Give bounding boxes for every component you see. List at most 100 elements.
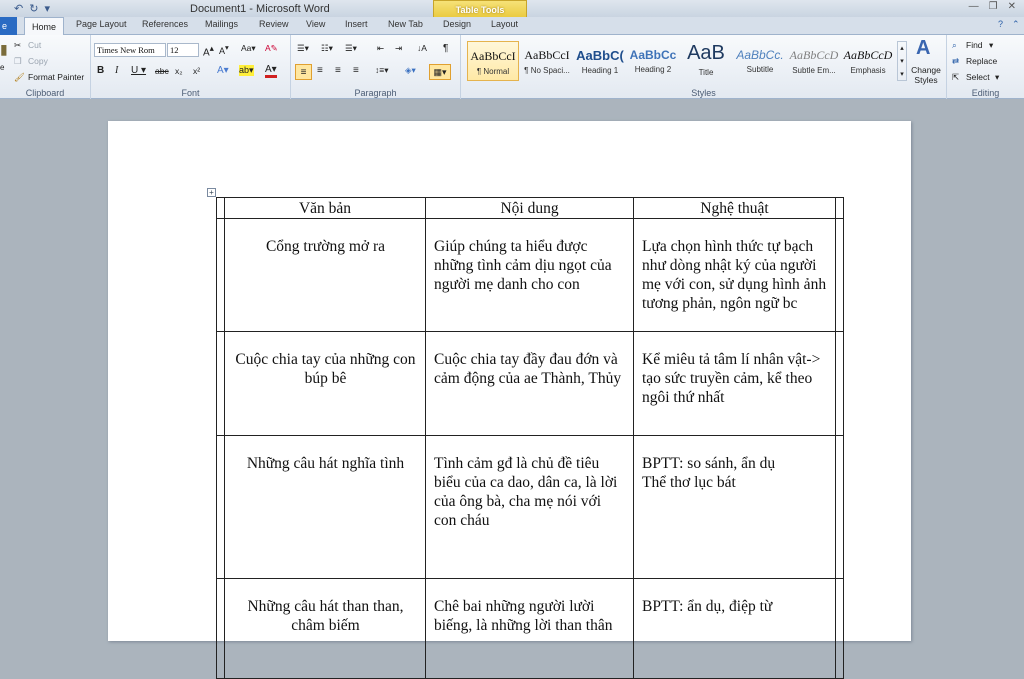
change-styles-button[interactable]: Change Styles (908, 65, 944, 85)
numbering-icon[interactable]: ☷▾ (321, 43, 333, 54)
font-size-combo[interactable]: 12 (167, 43, 199, 57)
align-right-icon[interactable]: ≡ (335, 65, 341, 76)
tab-design[interactable]: Design (443, 19, 471, 29)
show-formatting-icon[interactable]: ¶ (443, 43, 448, 54)
clear-formatting-icon[interactable]: A✎ (265, 43, 278, 54)
table-cell[interactable]: Giúp chúng ta hiểu được những tình cảm d… (425, 218, 634, 332)
sort-icon[interactable]: ↓A (417, 43, 427, 53)
style-no-spacing[interactable]: AaBbCcI ¶ No Spaci... (521, 41, 573, 81)
table-cell[interactable]: Lựa chọn hình thức tự bạch như dòng nhật… (633, 218, 836, 332)
table-cell[interactable]: Những câu hát nghĩa tình (224, 435, 426, 579)
style-title[interactable]: AaB Title (680, 41, 732, 81)
help-icon[interactable]: ? (998, 19, 1003, 29)
text-effects-icon[interactable]: A▾ (217, 65, 229, 76)
styles-scroll-icon[interactable]: ▴ ▾ ▾ (897, 41, 907, 81)
table-edge-cell[interactable] (835, 435, 844, 579)
document-table[interactable]: Văn bản Nội dung Nghệ thuật Cổng trường … (216, 197, 844, 679)
editing-group-label: Editing (971, 88, 1000, 98)
table-edge-cell[interactable] (835, 218, 844, 332)
copy-button[interactable]: Copy (28, 56, 48, 66)
undo-icon[interactable]: ↶ (14, 2, 23, 15)
font-color-icon[interactable]: A▾ (265, 65, 277, 78)
table-cell[interactable]: Kể miêu tả tâm lí nhân vật-> tạo sức tru… (633, 331, 836, 436)
grow-font-icon[interactable]: A▴ (203, 43, 214, 58)
style-subtle-emphasis[interactable]: AaBbCcD Subtle Em... (788, 41, 840, 81)
italic-icon[interactable]: I (115, 65, 118, 76)
tab-view[interactable]: View (306, 19, 325, 29)
table-edge-cell[interactable] (216, 578, 225, 679)
superscript-icon[interactable]: x² (193, 66, 200, 76)
strikethrough-icon[interactable]: abc (155, 66, 169, 76)
align-left-icon[interactable]: ≡ (295, 64, 312, 80)
table-header-cell[interactable]: Nội dung (425, 197, 634, 219)
tab-home[interactable]: Home (24, 17, 64, 36)
decrease-indent-icon[interactable]: ⇤ (377, 43, 384, 54)
align-center-icon[interactable]: ≡ (317, 65, 323, 76)
table-edge-cell[interactable] (216, 435, 225, 579)
tab-review[interactable]: Review (259, 19, 289, 29)
style-sample: AaBbCcI (524, 48, 570, 62)
table-edge-cell[interactable] (216, 197, 225, 219)
find-button[interactable]: Find (966, 40, 983, 50)
table-edge-cell[interactable] (216, 218, 225, 332)
tab-references[interactable]: References (142, 19, 188, 29)
table-cell[interactable]: Những câu hát than than, châm biếm (224, 578, 426, 679)
table-edge-cell[interactable] (835, 331, 844, 436)
table-move-handle-icon[interactable]: + (207, 188, 216, 197)
justify-icon[interactable]: ≡ (353, 65, 359, 76)
tab-new-tab[interactable]: New Tab (388, 19, 423, 29)
table-edge-cell[interactable] (216, 331, 225, 436)
table-cell[interactable]: Tình cảm gđ là chủ đề tiêu biểu của ca d… (425, 435, 634, 579)
customize-qat-icon[interactable]: ▾ (44, 2, 50, 15)
change-styles-icon[interactable]: A (916, 37, 930, 60)
table-cell[interactable]: Chê bai những người lười biếng, là những… (425, 578, 634, 679)
select-dropdown-icon[interactable]: ▾ (995, 72, 999, 83)
shading-icon[interactable]: ◈▾ (405, 65, 416, 76)
paste-icon[interactable]: ▮ (0, 41, 8, 58)
table-cell[interactable]: BPTT: ẩn dụ, điệp từ (633, 578, 836, 679)
multilevel-list-icon[interactable]: ☰▾ (345, 43, 357, 54)
style-heading-1[interactable]: AaBbC( Heading 1 (574, 41, 626, 81)
tab-page-layout[interactable]: Page Layout (76, 19, 127, 29)
table-cell[interactable]: BPTT: so sánh, ẩn dụ Thể thơ lục bát (633, 435, 836, 579)
style-heading-2[interactable]: AaBbCc Heading 2 (627, 41, 679, 81)
table-edge-cell[interactable] (835, 197, 844, 219)
select-button[interactable]: Select (966, 72, 990, 82)
minimize-ribbon-icon[interactable]: ⌃ (1012, 19, 1020, 30)
cut-button[interactable]: Cut (28, 40, 41, 50)
table-edge-cell[interactable] (835, 578, 844, 679)
minimize-icon[interactable]: — (969, 1, 979, 12)
table-cell[interactable]: Cổng trường mở ra (224, 218, 426, 332)
subscript-icon[interactable]: x₂ (175, 66, 183, 76)
bullets-icon[interactable]: ☰▾ (297, 43, 309, 54)
tab-mailings[interactable]: Mailings (205, 19, 238, 29)
tab-insert[interactable]: Insert (345, 19, 368, 29)
style-normal[interactable]: AaBbCcI ¶ Normal (467, 41, 519, 81)
find-dropdown-icon[interactable]: ▾ (989, 40, 993, 51)
change-case-icon[interactable]: Aa▾ (241, 43, 256, 54)
table-cell[interactable]: Cuộc chia tay của những con búp bê (224, 331, 426, 436)
tab-layout[interactable]: Layout (491, 19, 518, 29)
font-group: Times New Rom 12 A▴ A▾ Aa▾ A✎ B I U ▾ ab… (91, 35, 291, 99)
replace-button[interactable]: Replace (966, 56, 997, 66)
font-name-combo[interactable]: Times New Rom (94, 43, 166, 57)
paste-label[interactable]: e (0, 63, 4, 72)
borders-icon[interactable]: ▦▾ (429, 64, 451, 80)
line-spacing-icon[interactable]: ↕≡▾ (375, 65, 388, 76)
increase-indent-icon[interactable]: ⇥ (395, 43, 402, 54)
underline-icon[interactable]: U ▾ (131, 65, 146, 76)
style-name: Subtle Em... (792, 66, 836, 75)
tab-file[interactable]: e (0, 17, 17, 35)
table-header-cell[interactable]: Nghệ thuật (633, 197, 836, 219)
redo-icon[interactable]: ↻ (29, 2, 38, 15)
shrink-font-icon[interactable]: A▾ (219, 43, 229, 56)
table-cell[interactable]: Cuộc chia tay đầy đau đớn và cảm động củ… (425, 331, 634, 436)
highlight-icon[interactable]: ab▾ (239, 65, 254, 76)
table-header-cell[interactable]: Văn bản (224, 197, 426, 219)
style-emphasis[interactable]: AaBbCcD Emphasis (842, 41, 894, 81)
close-icon[interactable]: ✕ (1008, 1, 1016, 12)
format-painter-button[interactable]: Format Painter (28, 72, 84, 82)
restore-icon[interactable]: ❐ (989, 1, 998, 12)
style-subtitle[interactable]: AaBbCc. Subtitle (734, 41, 786, 81)
bold-icon[interactable]: B (97, 65, 104, 76)
